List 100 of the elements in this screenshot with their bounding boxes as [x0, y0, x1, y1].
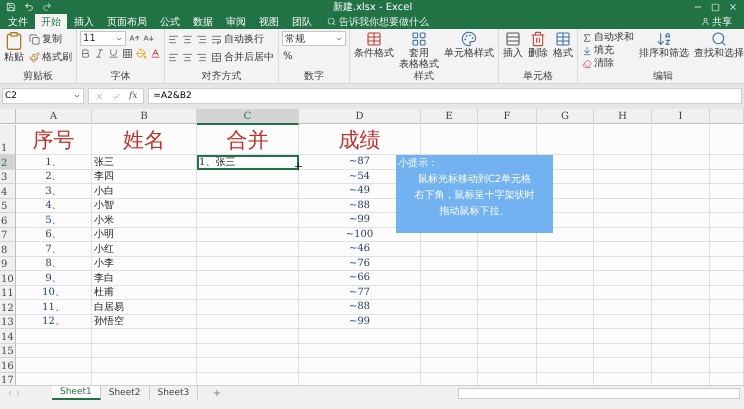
- table-cell: [652, 300, 710, 314]
- ribbon-tab[interactable]: 数据: [187, 14, 219, 29]
- row-header[interactable]: 15: [0, 344, 16, 358]
- conditional-format-button[interactable]: 条件格式: [353, 31, 395, 59]
- table-cell: [594, 170, 652, 184]
- column-header[interactable]: D: [299, 109, 421, 124]
- table-cell: [652, 213, 710, 228]
- ribbon-tab[interactable]: 公式: [154, 14, 186, 29]
- cancel-icon: [95, 92, 104, 100]
- table-cell: [478, 344, 537, 358]
- horizontal-scrollbar[interactable]: [458, 388, 740, 398]
- row-header[interactable]: 1: [0, 125, 16, 155]
- column-header[interactable]: E: [421, 109, 478, 124]
- row-header[interactable]: 4: [0, 184, 16, 198]
- table-cell: [710, 286, 744, 300]
- column-header[interactable]: H: [594, 109, 652, 124]
- name-box[interactable]: C2: [2, 88, 84, 104]
- format-painter-button[interactable]: 格式刷: [28, 49, 73, 65]
- cell-text: 白居易: [94, 300, 124, 314]
- insert-function-label[interactable]: fx: [129, 91, 138, 101]
- format-as-table-button[interactable]: 套用 表格格式: [398, 31, 440, 70]
- row-header[interactable]: 16: [0, 358, 16, 372]
- row-header[interactable]: 10: [0, 271, 16, 286]
- cell-text: 小米: [94, 214, 114, 227]
- ribbon-tab[interactable]: 审阅: [220, 14, 252, 29]
- row-header[interactable]: 7: [0, 228, 16, 242]
- table-cell: [537, 271, 594, 286]
- crosshair-cursor-icon: [293, 160, 304, 172]
- autosum-button[interactable]: 自动求和: [581, 31, 635, 44]
- table-cell: [710, 213, 744, 228]
- font-color-icon: [150, 48, 161, 59]
- table-cell: [652, 125, 710, 155]
- cell-text: ~46: [348, 243, 370, 254]
- table-cell: [594, 286, 652, 300]
- column-header[interactable]: G: [537, 109, 594, 124]
- paste-button[interactable]: 粘贴: [3, 31, 25, 63]
- column-header[interactable]: F: [478, 109, 537, 124]
- number-format-select[interactable]: 常规: [282, 31, 346, 46]
- table-cell: [652, 271, 710, 286]
- insert-button[interactable]: 插入: [502, 31, 524, 59]
- header-text: 成绩: [338, 128, 380, 152]
- wrap-text-button[interactable]: 自动换行: [210, 31, 265, 47]
- sort-filter-button[interactable]: 排序和筛选: [638, 31, 690, 59]
- row-header[interactable]: 5: [0, 198, 16, 213]
- table-cell: [594, 344, 652, 358]
- table-cell: [710, 170, 744, 184]
- table-cell: [652, 329, 710, 344]
- table-cell: [421, 329, 478, 344]
- row-header[interactable]: 13: [0, 314, 16, 329]
- ribbon-tab[interactable]: 团队: [286, 14, 318, 29]
- ribbon-tab[interactable]: 视图: [253, 14, 285, 29]
- italic-icon: [94, 48, 105, 59]
- column-header[interactable]: B: [92, 109, 197, 124]
- merge-center-button[interactable]: 合并后居中: [210, 49, 275, 65]
- cell-styles-button[interactable]: 单元格样式: [443, 31, 495, 59]
- ribbon-tab[interactable]: 插入: [68, 14, 100, 29]
- share-button[interactable]: 共享: [695, 14, 738, 30]
- table-cell: [537, 344, 594, 358]
- row-header[interactable]: 2: [0, 155, 16, 170]
- row-header[interactable]: 8: [0, 242, 16, 256]
- group-label: 编辑: [652, 71, 674, 83]
- row-header[interactable]: 6: [0, 213, 16, 228]
- ribbon-tab[interactable]: 页面布局: [101, 14, 153, 29]
- cell-text: ~100: [346, 228, 374, 240]
- column-header[interactable]: A: [16, 109, 92, 124]
- formula-field[interactable]: =A2&B2: [148, 88, 742, 104]
- fill-button[interactable]: 填充: [581, 44, 635, 57]
- redo-icon: [42, 2, 52, 12]
- close-icon: [728, 2, 738, 12]
- clear-button[interactable]: 清除: [581, 57, 635, 70]
- ribbon-tab[interactable]: 开始: [35, 14, 67, 29]
- row-header[interactable]: 9: [0, 256, 16, 271]
- tell-me-search[interactable]: 告诉我你想要做什么: [327, 14, 429, 28]
- find-select-button[interactable]: 查找和选择: [693, 31, 744, 59]
- delete-button[interactable]: 删除: [527, 31, 549, 59]
- copy-button[interactable]: 复制: [28, 31, 73, 47]
- row-header[interactable]: 14: [0, 329, 16, 344]
- column-header[interactable]: I: [652, 109, 710, 124]
- ribbon-tab[interactable]: 文件: [2, 14, 34, 29]
- wrap-text-icon: [211, 34, 222, 44]
- select-all-corner[interactable]: [0, 109, 16, 124]
- percent-button[interactable]: %: [282, 48, 346, 64]
- table-cell: [537, 256, 594, 271]
- table-cell: [478, 256, 537, 271]
- row-header[interactable]: 11: [0, 286, 16, 300]
- font-size-select[interactable]: 11: [80, 31, 126, 46]
- row-header[interactable]: 12: [0, 300, 16, 314]
- maximize-icon: [711, 2, 720, 12]
- row-header[interactable]: 17: [0, 372, 16, 385]
- column-header[interactable]: C: [197, 109, 299, 125]
- table-cell: [594, 213, 652, 228]
- row-header[interactable]: 3: [0, 170, 16, 184]
- format-button[interactable]: 格式: [552, 31, 574, 59]
- window-title: 新建.xlsx - Excel: [332, 0, 414, 14]
- search-icon: [711, 31, 727, 47]
- table-cell: [652, 184, 710, 198]
- bold-icon: [80, 48, 91, 59]
- sheet-tab[interactable]: Sheet1: [52, 386, 101, 400]
- cell-text: 12、: [42, 315, 65, 328]
- table-cell: [594, 155, 652, 170]
